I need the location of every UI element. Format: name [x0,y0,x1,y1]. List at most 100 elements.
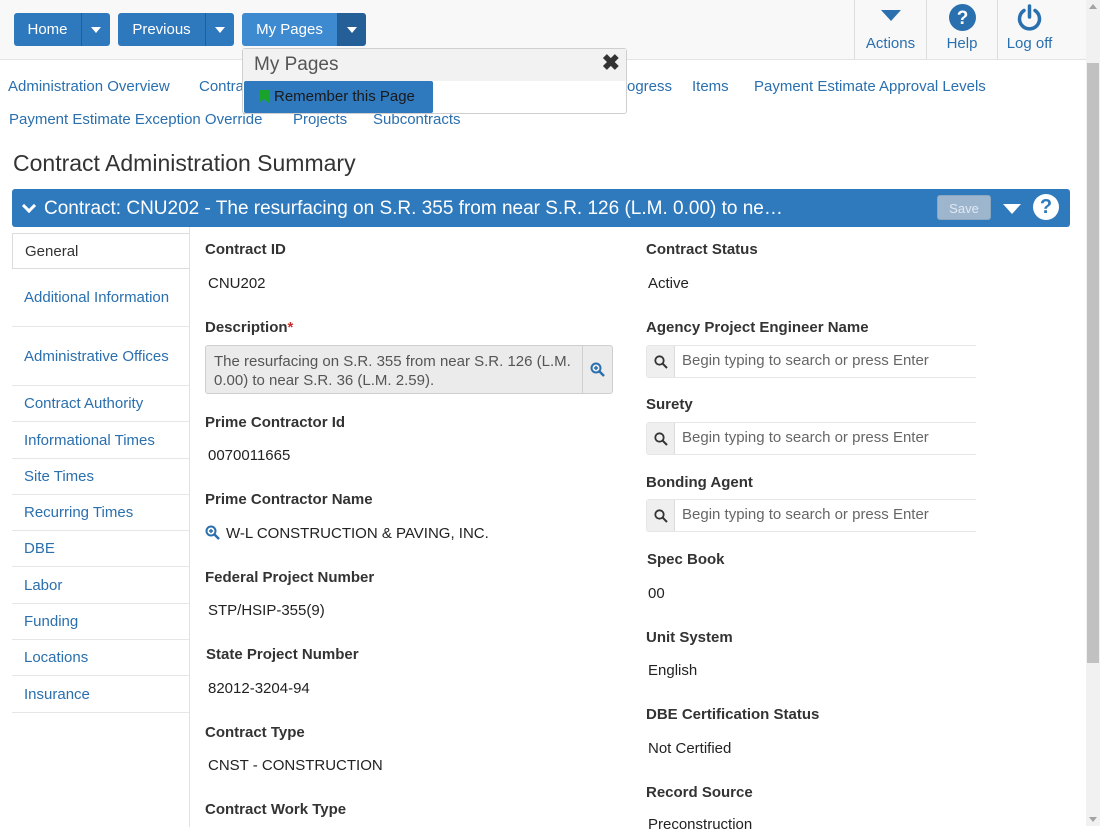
sidenav-item-general[interactable]: General [12,233,189,269]
home-split-button: Home [14,13,110,46]
sidenav-item-insurance[interactable]: Insurance [12,676,189,713]
surety-search[interactable]: Begin typing to search or press Enter [646,422,976,455]
actions-label: Actions [865,35,916,52]
actions-menu[interactable]: Actions [854,0,926,59]
dbe-certification-status-value: Not Certified [648,740,732,757]
contract-type-label: Contract Type [205,724,305,741]
sidenav-item-informational-times[interactable]: Informational Times [12,422,189,459]
scrollbar-thumb[interactable] [1087,63,1099,663]
search-icon[interactable] [647,500,675,531]
nav-link-payment-estimate-exception-override[interactable]: Payment Estimate Exception Override [9,111,262,128]
contract-status-label: Contract Status [646,241,758,258]
bonding-agent-label: Bonding Agent [646,474,753,491]
description-label: Description* [205,319,293,336]
previous-button[interactable]: Previous [118,13,206,46]
required-asterisk: * [287,319,294,336]
power-icon [1017,4,1042,31]
spec-book-label: Spec Book [647,551,725,568]
unit-system-label: Unit System [646,629,733,646]
spec-book-value: 00 [648,585,665,602]
agency-project-engineer-search[interactable]: Begin typing to search or press Enter [646,345,976,378]
chevron-down-icon [91,26,101,33]
vertical-scrollbar[interactable] [1086,0,1100,826]
popup-title: My Pages [254,54,339,75]
sidenav-item-site-times[interactable]: Site Times [12,459,189,495]
contract-id-label: Contract ID [205,241,286,258]
help-menu[interactable]: ? Help [926,0,997,59]
prime-contractor-name-value: W-L CONSTRUCTION & PAVING, INC. [226,525,489,542]
state-project-number-value: 82012-3204-94 [208,680,310,697]
mypages-popup: My Pages ✖ Remember this Page [242,48,627,114]
nav-link-contract-partial[interactable]: Contra [199,78,244,95]
sidenav-item-labor[interactable]: Labor [12,567,189,604]
surety-label: Surety [646,396,693,413]
sidenav-item-dbe[interactable]: DBE [12,531,189,567]
federal-project-number-value: STP/HSIP-355(9) [208,602,325,619]
page-title: Contract Administration Summary [13,150,356,176]
contract-status-value: Active [648,275,689,292]
sidenav-item-recurring-times[interactable]: Recurring Times [12,495,189,531]
contract-work-type-label: Contract Work Type [205,801,347,818]
remember-page-button[interactable]: Remember this Page [244,81,433,113]
help-icon[interactable]: ? [1033,194,1059,220]
bookmark-icon [259,90,269,103]
scroll-up-icon[interactable] [1089,4,1097,9]
nav-link-payment-estimate-approval-levels[interactable]: Payment Estimate Approval Levels [754,78,986,95]
contract-type-value: CNST - CONSTRUCTION [208,757,383,774]
zoom-button[interactable] [582,346,612,393]
nav-link-administration-overview[interactable]: Administration Overview [8,78,170,95]
search-icon[interactable] [647,423,675,454]
chevron-down-icon[interactable] [21,198,37,214]
logoff-label: Log off [1006,35,1053,52]
previous-split-button: Previous [118,13,234,46]
home-dropdown-caret[interactable] [82,13,110,46]
previous-dropdown-caret[interactable] [206,13,234,46]
sidenav-item-administrative-offices[interactable]: Administrative Offices [12,327,189,386]
bonding-agent-placeholder: Begin typing to search or press Enter [682,506,929,523]
zoom-icon [590,362,605,377]
surety-placeholder: Begin typing to search or press Enter [682,429,929,446]
scroll-down-icon[interactable] [1089,817,1097,822]
search-icon-glyph [653,354,668,369]
search-icon-glyph [653,431,668,446]
contract-title: Contract: CNU202 - The resurfacing on S.… [44,198,783,219]
description-field[interactable]: The resurfacing on S.R. 355 from near S.… [205,345,613,394]
dbe-certification-status-label: DBE Certification Status [646,706,820,723]
mypages-button[interactable]: My Pages [242,13,338,46]
mypages-dropdown-caret[interactable] [338,13,366,46]
help-icon: ? [948,4,976,31]
nav-link-items[interactable]: Items [692,78,729,95]
sidenav-item-contract-authority[interactable]: Contract Authority [12,386,189,422]
help-label: Help [946,35,978,52]
description-value: The resurfacing on S.R. 355 from near S.… [214,353,571,389]
agency-project-engineer-placeholder: Begin typing to search or press Enter [682,352,929,369]
record-source-value: Preconstruction [648,816,753,833]
federal-project-number-label: Federal Project Number [205,569,375,586]
prime-contractor-id-value: 0070011665 [208,447,291,464]
sidenav-item-locations[interactable]: Locations [12,640,189,676]
state-project-number-label: State Project Number [206,646,359,663]
prime-contractor-name-label: Prime Contractor Name [205,491,373,508]
contract-header-bar[interactable]: Contract: CNU202 - The resurfacing on S.… [12,189,1070,227]
agency-project-engineer-label: Agency Project Engineer Name [646,319,869,336]
save-button[interactable]: Save [937,195,991,220]
zoom-icon[interactable] [205,525,220,540]
side-nav: General Additional Information Administr… [12,233,189,713]
chevron-down-icon [215,26,225,33]
logoff-menu[interactable]: Log off [997,0,1061,59]
mypages-split-button: My Pages [242,13,366,46]
chevron-down-icon [347,26,357,33]
popup-header: My Pages [243,49,626,81]
close-icon[interactable]: ✖ [602,50,620,76]
home-button[interactable]: Home [14,13,82,46]
search-icon-glyph [653,508,668,523]
caret-down-icon[interactable] [1003,204,1021,214]
prime-contractor-id-label: Prime Contractor Id [205,414,346,431]
sidenav-item-funding[interactable]: Funding [12,604,189,640]
sidenav-item-additional-information[interactable]: Additional Information [12,269,189,327]
record-source-label: Record Source [646,784,753,801]
nav-link-progress-partial[interactable]: ogress [627,78,672,95]
bonding-agent-search[interactable]: Begin typing to search or press Enter [646,499,976,532]
contract-id-value: CNU202 [208,275,266,292]
search-icon[interactable] [647,346,675,377]
